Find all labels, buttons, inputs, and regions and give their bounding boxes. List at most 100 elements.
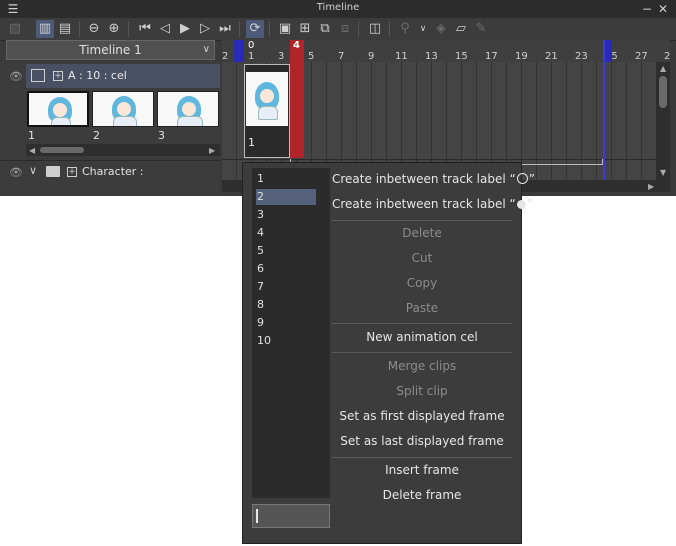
window-title: Timeline	[316, 2, 360, 13]
zoom-in-icon[interactable]: ⊕	[105, 20, 123, 38]
cel-list-item[interactable]: 6	[256, 261, 316, 277]
menu-item-label: Create inbetween track label “	[332, 197, 516, 211]
cel-list-item[interactable]: 9	[256, 315, 316, 331]
specify-cel-icon[interactable]: ⧈	[336, 20, 354, 38]
chevron-down-icon: ∨	[202, 44, 210, 55]
assign-cel-icon[interactable]: ⧉	[316, 20, 334, 38]
menu-item-new-animation-cel[interactable]: New animation cel	[332, 327, 512, 347]
cel-thumbnail[interactable]	[27, 91, 89, 127]
menu-item-label-end: ”	[526, 197, 533, 211]
cel-list-item[interactable]: 7	[256, 279, 316, 295]
menu-item-set-last-frame[interactable]: Set as last displayed frame	[332, 431, 512, 451]
range-end-line	[603, 40, 605, 180]
toolbar-divider	[239, 21, 240, 37]
cel-list-item[interactable]: 1	[256, 171, 316, 187]
menu-item-merge-clips[interactable]: Merge clips	[332, 356, 512, 376]
ruler-label: 5	[308, 51, 315, 62]
expand-plus-icon[interactable]: +	[53, 71, 63, 81]
menu-item-insert-frame[interactable]: Insert frame	[332, 460, 512, 480]
toolbar-divider	[358, 21, 359, 37]
menu-item-label: Create inbetween track label “	[332, 172, 516, 186]
menu-item-delete[interactable]: Delete	[332, 223, 512, 243]
onion-skin-icon[interactable]: ▧	[6, 20, 24, 38]
menu-separator	[332, 323, 512, 324]
filled-circle-icon	[516, 200, 526, 209]
track-cel-label: 1	[248, 136, 255, 149]
link-icon[interactable]: ⚲	[396, 20, 414, 38]
menu-item-delete-frame[interactable]: Delete frame	[332, 485, 512, 505]
ruler-label: 23	[575, 51, 588, 62]
scrollbar-thumb[interactable]	[40, 147, 84, 153]
play-icon[interactable]: ▶	[176, 20, 194, 38]
ruler-label: 1	[248, 51, 255, 62]
cel-list-item[interactable]: 4	[256, 225, 316, 241]
toolbar-divider	[128, 21, 129, 37]
menu-item-split-clip[interactable]: Split clip	[332, 381, 512, 401]
range-end-marker[interactable]	[604, 40, 612, 62]
menu-item-set-first-frame[interactable]: Set as first displayed frame	[332, 406, 512, 426]
cel-list-item[interactable]: 8	[256, 297, 316, 313]
scroll-down-icon[interactable]: ▼	[660, 168, 666, 177]
last-frame-icon[interactable]: ⏭	[216, 20, 234, 38]
new-keyframe-layer-icon[interactable]: ◫	[366, 20, 384, 38]
ruler-label: 13	[425, 51, 438, 62]
toolbar-divider	[389, 21, 390, 37]
keyframe-icon[interactable]: ◈	[432, 20, 450, 38]
layer-character-name: Character :	[82, 165, 144, 178]
ruler-label: 3	[278, 51, 285, 62]
chevron-down-icon[interactable]: ∨	[29, 164, 37, 177]
cel-list-item-selected[interactable]: 2	[256, 189, 316, 205]
scroll-right-icon[interactable]: ▶	[648, 182, 654, 191]
toolbar-divider	[79, 21, 80, 37]
timeline-selector[interactable]: Timeline 1 ∨	[6, 40, 215, 60]
cel-list-item[interactable]: 10	[256, 333, 316, 349]
menu-item-inbetween-filled[interactable]: Create inbetween track label “ ”	[332, 194, 533, 214]
scrollbar-thumb[interactable]	[659, 76, 667, 108]
menu-item-cut[interactable]: Cut	[332, 248, 512, 268]
new-animation-cel-icon[interactable]: ⊞	[296, 20, 314, 38]
first-frame-icon[interactable]: ⏮	[136, 20, 154, 38]
ruler-label: 27	[635, 51, 648, 62]
expand-plus-icon[interactable]: +	[67, 167, 77, 177]
pen-icon[interactable]: ✎	[472, 20, 490, 38]
cel-thumbnail-label: 1	[28, 129, 35, 142]
ruler-label: 15	[455, 51, 468, 62]
menu-separator	[332, 220, 512, 221]
zoom-out-icon[interactable]: ⊖	[85, 20, 103, 38]
cel-list-item[interactable]: 3	[256, 207, 316, 223]
current-frame-label: 4	[293, 40, 300, 51]
layer-a-name: A : 10 : cel	[68, 69, 127, 82]
menu-item-copy[interactable]: Copy	[332, 273, 512, 293]
cel-name-input[interactable]	[252, 504, 330, 528]
menu-item-paste[interactable]: Paste	[332, 298, 512, 318]
thumbnail-view-icon[interactable]: ▤	[56, 20, 74, 38]
menu-item-inbetween-hollow[interactable]: Create inbetween track label “ ”	[332, 169, 535, 189]
loop-icon[interactable]: ⟳	[246, 20, 264, 38]
minimize-icon[interactable]: −	[640, 2, 654, 16]
ruler-label: 17	[485, 51, 498, 62]
playhead[interactable]	[290, 62, 304, 158]
scroll-left-icon[interactable]: ◀	[29, 146, 35, 155]
chevron-down-icon[interactable]: ∨	[414, 20, 432, 38]
ruler-label: 7	[338, 51, 345, 62]
cel-thumbnail[interactable]	[92, 91, 154, 127]
new-animation-folder-icon[interactable]: ▣	[276, 20, 294, 38]
scroll-right-icon[interactable]: ▶	[209, 146, 215, 155]
scroll-up-icon[interactable]: ▲	[660, 64, 666, 73]
toolbar-divider	[269, 21, 270, 37]
hollow-circle-icon	[516, 173, 528, 184]
close-icon[interactable]: ✕	[656, 2, 670, 16]
range-start-marker[interactable]	[234, 40, 244, 62]
eye-icon[interactable]: 👁	[9, 166, 23, 179]
menu-separator	[332, 457, 512, 458]
cel-list-item[interactable]: 5	[256, 243, 316, 259]
prev-frame-icon[interactable]: ◁	[156, 20, 174, 38]
next-frame-icon[interactable]: ▷	[196, 20, 214, 38]
menu-item-label-end: ”	[528, 172, 535, 186]
eye-icon[interactable]: 👁	[9, 70, 23, 83]
folder-icon	[46, 166, 60, 177]
cel-thumbnail-label: 2	[93, 129, 100, 142]
edit-keyframe-icon[interactable]: ▱	[452, 20, 470, 38]
cel-thumbnail[interactable]	[157, 91, 219, 127]
cel-view-icon[interactable]: ▥	[36, 20, 54, 38]
